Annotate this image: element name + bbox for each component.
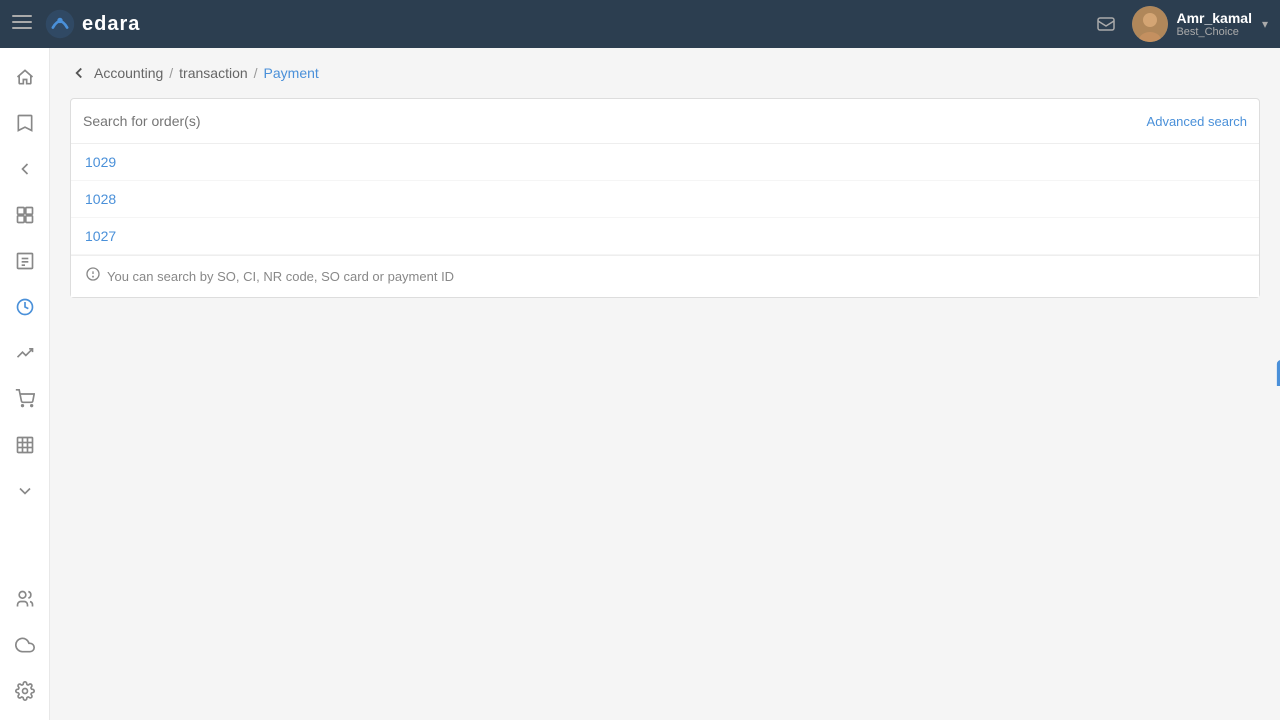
user-menu[interactable]: Amr_kamal Best_Choice ▾ bbox=[1132, 6, 1268, 42]
sidebar-item-expand[interactable] bbox=[4, 470, 46, 512]
sidebar-item-accounting[interactable] bbox=[4, 286, 46, 328]
search-hint-text: You can search by SO, CI, NR code, SO ca… bbox=[107, 269, 454, 284]
search-row: Advanced search bbox=[71, 99, 1259, 143]
sidebar-item-home[interactable] bbox=[4, 56, 46, 98]
sidebar-item-reports[interactable] bbox=[4, 240, 46, 282]
breadcrumb-sep-1: / bbox=[169, 65, 173, 81]
sidebar-item-inventory[interactable] bbox=[4, 424, 46, 466]
breadcrumb-transaction[interactable]: transaction bbox=[179, 65, 247, 81]
search-info-bar: You can search by SO, CI, NR code, SO ca… bbox=[71, 255, 1259, 297]
sidebar-item-analytics[interactable] bbox=[4, 332, 46, 374]
user-chevron-icon: ▾ bbox=[1262, 17, 1268, 31]
breadcrumb-payment: Payment bbox=[264, 65, 319, 81]
sidebar bbox=[0, 48, 50, 720]
sidebar-item-dashboard[interactable] bbox=[4, 194, 46, 236]
user-subtitle: Best_Choice bbox=[1176, 26, 1252, 38]
sidebar-item-collapse[interactable] bbox=[4, 148, 46, 190]
notification-icon[interactable] bbox=[1088, 6, 1124, 42]
breadcrumb-sep-2: / bbox=[254, 65, 258, 81]
breadcrumb-accounting[interactable]: Accounting bbox=[94, 65, 163, 81]
search-input[interactable] bbox=[83, 113, 1147, 129]
back-button[interactable] bbox=[70, 64, 88, 82]
sidebar-item-users[interactable] bbox=[4, 578, 46, 620]
search-container: Advanced search 1029 1028 1027 You can s… bbox=[70, 98, 1260, 298]
logo-text: edara bbox=[82, 13, 140, 36]
sidebar-item-settings[interactable] bbox=[4, 670, 46, 712]
logo[interactable]: edara bbox=[44, 8, 140, 40]
sidebar-item-sales[interactable] bbox=[4, 378, 46, 420]
username: Amr_kamal bbox=[1176, 10, 1252, 26]
info-icon bbox=[85, 266, 101, 287]
advanced-search-link[interactable]: Advanced search bbox=[1147, 114, 1247, 129]
search-result-1027[interactable]: 1027 bbox=[71, 218, 1259, 255]
search-result-1028[interactable]: 1028 bbox=[71, 181, 1259, 218]
search-results-dropdown: 1029 1028 1027 bbox=[71, 143, 1259, 255]
sidebar-item-cloud[interactable] bbox=[4, 624, 46, 666]
menu-icon[interactable] bbox=[12, 12, 32, 37]
main-content: Accounting / transaction / Payment Advan… bbox=[50, 48, 1280, 720]
sidebar-item-bookmarks[interactable] bbox=[4, 102, 46, 144]
topbar: edara Amr_kamal Best_Choice ▾ bbox=[0, 0, 1280, 48]
search-result-1029[interactable]: 1029 bbox=[71, 144, 1259, 181]
avatar bbox=[1132, 6, 1168, 42]
breadcrumb: Accounting / transaction / Payment bbox=[70, 64, 1260, 82]
